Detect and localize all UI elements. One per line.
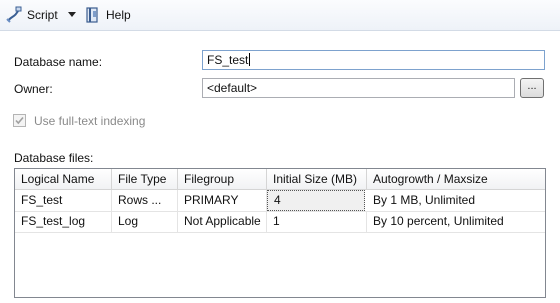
column-header-logical-name[interactable]: Logical Name	[15, 169, 112, 189]
cell-initial-size[interactable]: 4	[267, 190, 365, 211]
chevron-down-icon[interactable]	[68, 12, 76, 17]
cell-logical-name[interactable]: FS_test_log	[15, 211, 112, 232]
table-row[interactable]: FS_test_log Log Not Applicable 1 By 10 p…	[15, 211, 545, 233]
script-label: Script	[27, 8, 58, 22]
toolbar: Script Help	[0, 0, 560, 31]
cell-file-type[interactable]: Rows ...	[112, 190, 178, 211]
cell-filegroup[interactable]: PRIMARY	[178, 190, 267, 211]
owner-label: Owner:	[14, 82, 53, 96]
column-header-initial-size[interactable]: Initial Size (MB)	[267, 169, 367, 189]
help-icon	[86, 7, 98, 23]
fulltext-label: Use full-text indexing	[34, 114, 146, 128]
database-files-label: Database files:	[14, 151, 94, 165]
database-name-input[interactable]: FS_test	[202, 50, 545, 70]
grid-header: Logical Name File Type Filegroup Initial…	[15, 169, 545, 190]
script-icon	[6, 6, 22, 23]
table-row[interactable]: FS_test Rows ... PRIMARY 4 By 1 MB, Unli…	[15, 190, 545, 212]
owner-input[interactable]: <default>	[202, 78, 515, 98]
column-header-autogrowth[interactable]: Autogrowth / Maxsize	[367, 169, 545, 189]
column-header-filegroup[interactable]: Filegroup	[178, 169, 267, 189]
checkmark-icon	[15, 116, 24, 125]
script-button[interactable]: Script	[5, 6, 58, 24]
database-files-grid[interactable]: Logical Name File Type Filegroup Initial…	[14, 168, 546, 298]
cell-filegroup[interactable]: Not Applicable	[178, 211, 267, 232]
cell-initial-size[interactable]: 1	[267, 211, 367, 232]
cell-logical-name[interactable]: FS_test	[15, 190, 112, 211]
cell-autogrowth[interactable]: By 1 MB, Unlimited	[367, 190, 545, 211]
browse-owner-button[interactable]: ...	[520, 78, 544, 98]
help-button[interactable]: Help	[84, 6, 131, 24]
database-name-value: FS_test	[207, 53, 249, 67]
column-header-file-type[interactable]: File Type	[112, 169, 178, 189]
fulltext-checkbox[interactable]	[13, 114, 26, 127]
cell-autogrowth[interactable]: By 10 percent, Unlimited	[367, 211, 545, 232]
text-caret	[249, 53, 251, 66]
cell-file-type[interactable]: Log	[112, 211, 178, 232]
help-label: Help	[106, 8, 131, 22]
database-name-label: Database name:	[14, 55, 103, 69]
grid-empty-area	[15, 232, 545, 297]
owner-value: <default>	[207, 81, 258, 95]
